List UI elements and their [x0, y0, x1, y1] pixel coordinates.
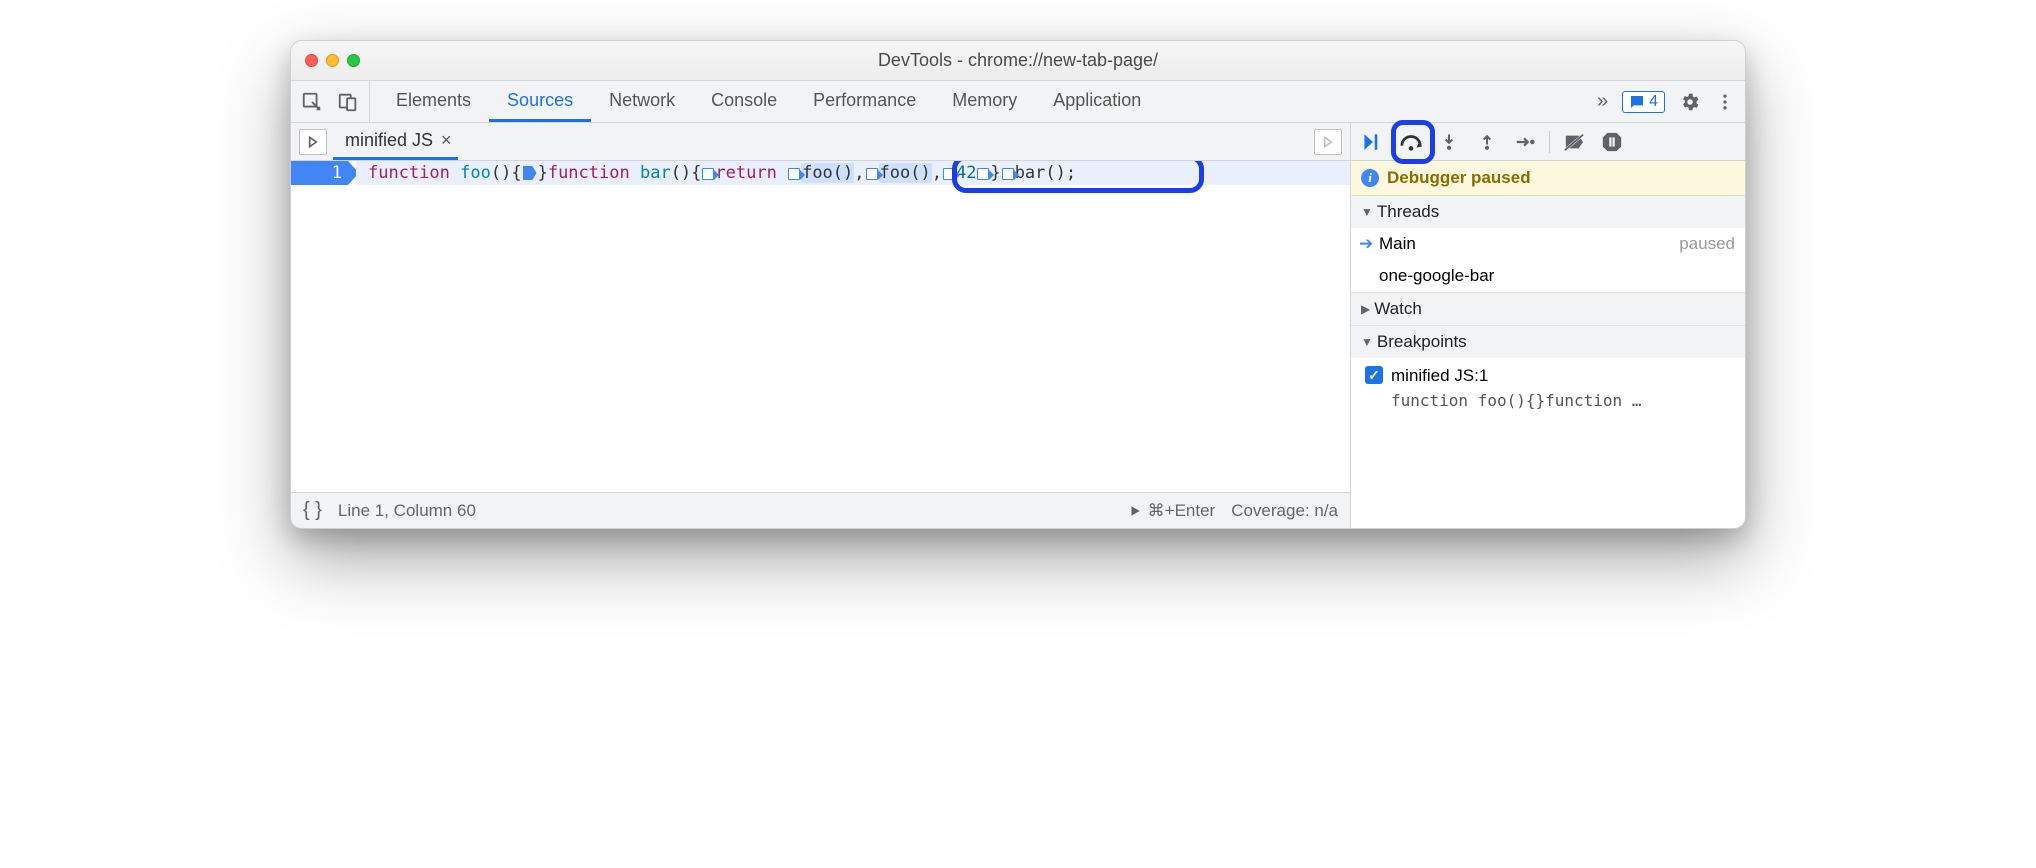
- panel-tabs: Elements Sources Network Console Perform…: [370, 81, 1587, 122]
- tab-sources[interactable]: Sources: [489, 81, 591, 122]
- info-icon: i: [1361, 169, 1379, 187]
- line-number[interactable]: 1: [291, 161, 348, 185]
- tab-network[interactable]: Network: [591, 81, 693, 122]
- step-marker-icon: [866, 168, 878, 180]
- threads-header[interactable]: ▼ Threads: [1351, 196, 1745, 228]
- step-into-button[interactable]: [1435, 128, 1463, 156]
- tab-elements[interactable]: Elements: [378, 81, 489, 122]
- step-over-button[interactable]: [1397, 128, 1425, 156]
- code-line-1[interactable]: function foo(){}function bar(){return fo…: [356, 161, 1350, 185]
- debugger-paused-banner: i Debugger paused: [1351, 161, 1745, 196]
- more-tabs-icon[interactable]: »: [1597, 90, 1608, 113]
- tab-application[interactable]: Application: [1035, 81, 1159, 122]
- navigator-toggle-icon[interactable]: [299, 129, 327, 155]
- window-title: DevTools - chrome://new-tab-page/: [291, 50, 1745, 71]
- close-tab-icon[interactable]: ×: [441, 130, 452, 151]
- threads-section: ▼ Threads Main paused one-google-bar: [1351, 196, 1745, 293]
- issues-count: 4: [1649, 93, 1658, 111]
- main-toolbar: Elements Sources Network Console Perform…: [291, 81, 1745, 123]
- pretty-print-icon[interactable]: { }: [303, 499, 322, 522]
- editor-pane: minified JS × 1 function foo(){}function…: [291, 123, 1351, 528]
- breakpoint-checkbox[interactable]: [1365, 366, 1383, 384]
- breakpoint-preview: function foo(){}function …: [1391, 390, 1641, 412]
- code-editor[interactable]: 1 function foo(){}function bar(){return …: [291, 161, 1350, 492]
- file-tab-minified-js[interactable]: minified JS ×: [333, 123, 458, 160]
- step-marker-icon: [788, 168, 800, 180]
- tab-performance[interactable]: Performance: [795, 81, 934, 122]
- editor-tab-bar: minified JS ×: [291, 123, 1350, 161]
- step-marker-icon: [943, 168, 955, 180]
- file-tab-label: minified JS: [345, 130, 433, 151]
- debugger-toolbar: [1351, 123, 1745, 161]
- paused-label: Debugger paused: [1387, 168, 1531, 188]
- breakpoints-section: ▼ Breakpoints minified JS:1 function foo…: [1351, 326, 1745, 418]
- watch-header[interactable]: ▶ Watch: [1351, 293, 1745, 325]
- device-toggle-icon[interactable]: [337, 91, 359, 113]
- breakpoint-item[interactable]: minified JS:1 function foo(){}function …: [1351, 358, 1745, 418]
- cursor-position: Line 1, Column 60: [338, 501, 476, 521]
- step-button[interactable]: [1511, 128, 1539, 156]
- thread-one-google-bar[interactable]: one-google-bar: [1351, 260, 1745, 292]
- more-files-icon[interactable]: [1314, 129, 1342, 155]
- kebab-menu-icon[interactable]: [1715, 92, 1735, 112]
- close-window-button[interactable]: [305, 54, 318, 67]
- step-out-button[interactable]: [1473, 128, 1501, 156]
- pause-exceptions-button[interactable]: [1598, 128, 1626, 156]
- titlebar: DevTools - chrome://new-tab-page/: [291, 41, 1745, 81]
- coverage-status: Coverage: n/a: [1231, 501, 1338, 521]
- deactivate-breakpoints-button[interactable]: [1560, 128, 1588, 156]
- thread-main[interactable]: Main paused: [1351, 228, 1745, 260]
- step-marker-icon: [977, 168, 989, 180]
- window-controls: [305, 54, 360, 67]
- tab-memory[interactable]: Memory: [934, 81, 1035, 122]
- step-marker-icon: [1002, 168, 1014, 180]
- tab-console[interactable]: Console: [693, 81, 795, 122]
- breakpoint-label: minified JS:1: [1391, 366, 1488, 385]
- editor-status-bar: { } Line 1, Column 60 ⌘+Enter Coverage: …: [291, 492, 1350, 528]
- minimize-window-button[interactable]: [326, 54, 339, 67]
- debugger-sidebar: i Debugger paused ▼ Threads Main paused …: [1351, 123, 1745, 528]
- step-marker-icon: [702, 168, 714, 180]
- settings-icon[interactable]: [1679, 91, 1701, 113]
- inspect-icon[interactable]: [301, 91, 323, 113]
- zoom-window-button[interactable]: [347, 54, 360, 67]
- resume-button[interactable]: [1359, 128, 1387, 156]
- devtools-window: DevTools - chrome://new-tab-page/ Elemen…: [290, 40, 1746, 529]
- step-marker-icon: [523, 166, 537, 180]
- breakpoints-header[interactable]: ▼ Breakpoints: [1351, 326, 1745, 358]
- run-snippet[interactable]: ⌘+Enter: [1128, 501, 1216, 521]
- watch-section: ▶ Watch: [1351, 293, 1745, 326]
- issues-badge[interactable]: 4: [1622, 91, 1665, 113]
